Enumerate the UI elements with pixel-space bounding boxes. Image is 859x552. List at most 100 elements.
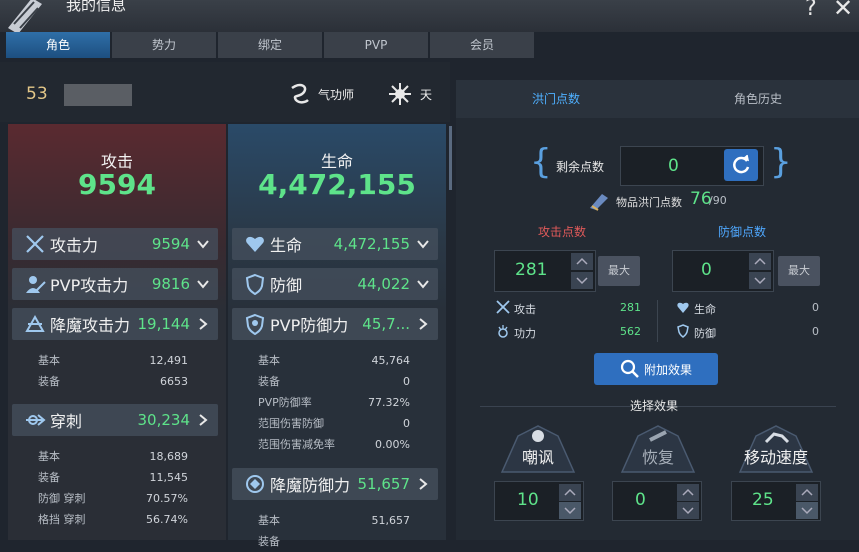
defense-points-stepper[interactable]: 0 xyxy=(672,250,774,292)
stat-attack-power[interactable]: 攻击力 9594 xyxy=(12,228,218,260)
chevron-down-icon xyxy=(754,277,766,285)
force-master-class-icon xyxy=(291,83,309,104)
detail-row: 装备 6653 xyxy=(38,375,188,388)
chevron-right-icon[interactable] xyxy=(416,317,430,331)
increment-button[interactable] xyxy=(559,484,581,501)
chevron-up-icon xyxy=(564,488,576,496)
detail-row: 基本 18,689 xyxy=(38,450,188,463)
detail-row: 装备 11,545 xyxy=(38,471,188,484)
chevron-up-icon xyxy=(801,488,813,496)
detail-row: 格挡 穿刺 56.74% xyxy=(38,513,188,526)
decrement-button[interactable] xyxy=(559,502,581,519)
pvp-defense-details: 基本 45,764 装备 0 PVP防御率 77.32% 范围伤害防御 0 范围伤害减免… xyxy=(258,350,410,455)
stat-value: 51,657 xyxy=(357,475,411,493)
pierce-icon xyxy=(26,414,46,426)
demon-attack-icon xyxy=(25,314,45,332)
decrement-button[interactable] xyxy=(749,272,771,289)
stat-value: 19,144 xyxy=(137,315,191,333)
stat-label: 降魔攻击力 xyxy=(50,316,131,335)
tab-faction[interactable]: 势力 xyxy=(112,32,216,58)
stat-label: PVP攻击力 xyxy=(50,276,129,295)
close-button[interactable]: ✕ xyxy=(833,0,853,22)
class-name: 气功师 xyxy=(318,88,355,102)
recovery-stepper[interactable]: 0 xyxy=(612,481,702,521)
stepper-value: 281 xyxy=(515,260,548,280)
tab-membership[interactable]: 会员 xyxy=(430,32,534,58)
main-tabs: 角色 势力 绑定 PVP 会员 xyxy=(6,32,536,58)
movement-speed-stepper[interactable]: 25 xyxy=(731,481,821,521)
increment-button[interactable] xyxy=(796,484,818,501)
tab-character[interactable]: 角色 xyxy=(6,32,110,58)
increment-button[interactable] xyxy=(677,484,699,501)
stat-defense[interactable]: 防御 44,022 xyxy=(232,268,438,300)
pierce-details: 基本 18,689 装备 11,545 防御 穿刺 70.57% 格挡 穿刺 56.74… xyxy=(38,446,188,530)
defense-max-button[interactable]: 最大 xyxy=(778,256,820,286)
stat-label: 防御 xyxy=(270,276,303,295)
demon-defense-details: 基本 51,657 装备 xyxy=(258,510,410,552)
tab-pvp[interactable]: PVP xyxy=(324,32,428,58)
game-logo-icon xyxy=(8,0,42,34)
chevron-down-icon xyxy=(576,277,588,285)
effect-title: 移动速度 xyxy=(743,448,808,467)
stepper-value: 10 xyxy=(517,490,539,510)
health-panel: 生命 4,472,155 生命 4,472,155 防御 44,022 PVP防… xyxy=(228,124,446,548)
help-button[interactable]: ? xyxy=(805,0,817,21)
taunt-stepper[interactable]: 10 xyxy=(494,481,584,521)
tab-binding[interactable]: 绑定 xyxy=(218,32,322,58)
stat-pvp-defense[interactable]: PVP防御力 45,7... xyxy=(232,308,438,340)
chevron-up-icon xyxy=(576,257,588,265)
chevron-up-icon xyxy=(754,257,766,265)
health-total: 4,472,155 xyxy=(258,168,416,201)
chevron-up-icon xyxy=(682,488,694,496)
decrement-button[interactable] xyxy=(796,502,818,519)
chevron-right-icon[interactable] xyxy=(196,413,210,427)
chevron-right-icon[interactable] xyxy=(196,317,210,331)
attack-item-value: 281 xyxy=(620,301,641,314)
attack-points-stepper[interactable]: 281 xyxy=(494,250,596,292)
chevron-down-icon[interactable] xyxy=(416,237,430,251)
shield-icon xyxy=(245,273,265,295)
stat-demon-attack[interactable]: 降魔攻击力 19,144 xyxy=(12,308,218,340)
stat-label: 生命 xyxy=(270,236,303,255)
remaining-points-value: 0 xyxy=(668,156,679,176)
increment-button[interactable] xyxy=(749,253,771,270)
additional-effect-label: 附加效果 xyxy=(644,363,693,377)
stat-value: 44,022 xyxy=(357,275,411,293)
attack-item-label: 功力 xyxy=(514,327,536,340)
stepper-value: 0 xyxy=(635,490,646,510)
reset-points-button[interactable] xyxy=(724,149,758,181)
attack-max-button[interactable]: 最大 xyxy=(598,256,640,286)
tab-hongmen-points[interactable]: 洪门点数 xyxy=(456,80,656,118)
chevron-down-icon xyxy=(564,507,576,515)
increment-button[interactable] xyxy=(571,253,593,270)
decrement-button[interactable] xyxy=(571,272,593,289)
character-level: 53 xyxy=(26,84,48,104)
chevron-right-icon[interactable] xyxy=(416,477,430,491)
detail-row: PVP防御率 77.32% xyxy=(258,396,410,409)
stat-value: 30,234 xyxy=(137,411,191,429)
demon-defense-icon xyxy=(246,475,264,493)
tab-character-history[interactable]: 角色历史 xyxy=(658,80,858,118)
effect-title: 嘲讽 xyxy=(521,448,554,467)
item-points-icon xyxy=(590,194,608,211)
defense-points-title: 防御点数 xyxy=(718,225,767,239)
heart-icon xyxy=(677,302,689,313)
stat-pvp-attack[interactable]: PVP攻击力 9816 xyxy=(12,268,218,300)
chevron-down-icon[interactable] xyxy=(416,277,430,291)
stat-health[interactable]: 生命 4,472,155 xyxy=(232,228,438,260)
character-name-redacted xyxy=(64,84,132,106)
attack-item-value: 562 xyxy=(620,325,641,338)
detail-row: 基本 45,764 xyxy=(258,354,410,367)
scrollbar-thumb[interactable] xyxy=(449,126,452,190)
stat-label: 降魔防御力 xyxy=(270,476,351,495)
stat-value: 4,472,155 xyxy=(333,235,410,253)
effect-title: 恢复 xyxy=(641,448,674,467)
detail-row: 范围伤害减免率 0.00% xyxy=(258,438,410,451)
attack-total: 9594 xyxy=(78,168,156,201)
chevron-down-icon[interactable] xyxy=(196,277,210,291)
stat-pierce[interactable]: 穿刺 30,234 xyxy=(12,404,218,436)
stat-demon-defense[interactable]: 降魔防御力 51,657 xyxy=(232,468,438,500)
chevron-down-icon[interactable] xyxy=(196,237,210,251)
refresh-icon xyxy=(733,154,750,174)
decrement-button[interactable] xyxy=(677,502,699,519)
